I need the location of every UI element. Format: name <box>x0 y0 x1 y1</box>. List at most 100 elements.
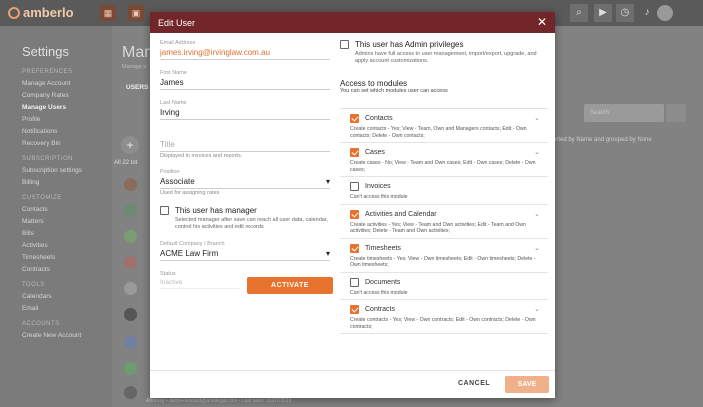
module-checkbox[interactable] <box>350 182 359 191</box>
avatar <box>124 308 137 321</box>
user-avatar[interactable] <box>657 5 673 21</box>
app-logo[interactable]: amberlo <box>8 5 74 20</box>
chevron-down-icon[interactable]: ⌄ <box>534 305 540 313</box>
module-name: Contracts <box>365 306 395 313</box>
close-icon[interactable]: ✕ <box>537 16 547 28</box>
sidebar-item-activities[interactable]: Activities <box>22 240 112 252</box>
logo-text: amberlo <box>23 5 74 20</box>
module-checkbox[interactable] <box>350 243 359 253</box>
sidebar-item-contracts[interactable]: Contracts <box>22 264 112 276</box>
bell-icon[interactable]: ♪ <box>638 4 656 22</box>
company-field[interactable]: Default Company / Branch ACME Law Firm ▾ <box>160 241 330 261</box>
chevron-down-icon[interactable]: ⌄ <box>534 114 540 122</box>
sidebar-item-company-rates[interactable]: Company Rates <box>22 90 112 102</box>
module-header[interactable]: Contacts ⌄ <box>350 114 540 123</box>
module-list[interactable]: Contacts ⌄ Create contacts - Yes; View - T… <box>340 108 548 378</box>
user-details-column: Email Address james.irving@irvinglaw.com… <box>160 40 330 299</box>
search-input[interactable]: Search <box>584 104 664 122</box>
sidebar-section-label: TOOLS <box>22 282 45 288</box>
module-checkbox[interactable] <box>350 209 359 219</box>
module-name: Documents <box>365 278 401 286</box>
admin-checkbox-row[interactable]: This user has Admin privileges Admins ha… <box>340 40 550 65</box>
modules-title: Access to modules <box>340 79 408 88</box>
sidebar-item-bills[interactable]: Bills <box>22 228 112 240</box>
sidebar-section-label: SUBSCRIPTION <box>22 156 74 162</box>
module-name: Activities and Calendar <box>365 210 437 218</box>
manager-label: This user has manager <box>175 206 257 215</box>
sidebar-section-label: ACCOUNTS <box>22 321 60 327</box>
search-icon[interactable]: ⌕ <box>570 4 588 22</box>
sidebar-title: Settings <box>22 44 69 59</box>
chevron-down-icon: ▾ <box>325 177 330 186</box>
sidebar-item-create-new-account[interactable]: Create New Account <box>22 330 112 342</box>
sidebar-item-recovery-bin[interactable]: Recovery Bin <box>22 138 112 150</box>
sidebar-item-contacts[interactable]: Contacts <box>22 204 112 216</box>
sidebar-item-manage-account[interactable]: Manage Account <box>22 78 112 90</box>
sidebar-section-label: CUSTOMIZE <box>22 195 62 201</box>
email-field[interactable]: Email Address james.irving@irvinglaw.com… <box>160 40 330 60</box>
sidebar-item-manage-users[interactable]: Manage Users <box>22 102 112 114</box>
module-permissions: Create contracts - Yes; View - Own contr… <box>350 317 536 330</box>
module-item-contacts: Contacts ⌄ Create contacts - Yes; View - T… <box>340 109 548 143</box>
page-subtitle: Manage u <box>122 64 147 70</box>
chevron-down-icon[interactable]: ⌄ <box>534 244 540 252</box>
user-row-info: Attorney • demo+leonard@amelegal.com • L… <box>146 398 292 404</box>
dashboard-icon[interactable]: ▣ <box>128 5 144 21</box>
sidebar-item-billing[interactable]: Billing <box>22 177 112 189</box>
page-title: Man <box>122 44 154 61</box>
status-value: Inactive <box>160 279 240 289</box>
module-header[interactable]: Timesheets ⌄ <box>350 243 540 253</box>
avatar <box>124 386 137 399</box>
module-header[interactable]: Contracts ⌄ <box>350 305 540 314</box>
module-header[interactable]: Activities and Calendar ⌄ <box>350 209 540 219</box>
sidebar-item-notifications[interactable]: Notifications <box>22 126 112 138</box>
manager-checkbox-row[interactable]: This user has manager Selected manager a… <box>160 206 330 231</box>
position-select[interactable]: Associate ▾ <box>160 177 330 189</box>
module-checkbox[interactable] <box>350 114 359 123</box>
tab-users[interactable]: USERS <box>126 84 148 91</box>
cancel-button[interactable]: CANCEL <box>458 380 490 387</box>
add-user-button[interactable]: + <box>121 136 139 154</box>
first-name-field[interactable]: First Name James <box>160 70 330 90</box>
save-button[interactable]: SAVE <box>505 376 549 393</box>
email-value[interactable]: james.irving@irvinglaw.com.au <box>160 48 330 60</box>
sidebar-item-email[interactable]: Email <box>22 303 112 315</box>
module-header[interactable]: Cases ⌄ <box>350 148 540 157</box>
module-name: Contacts <box>365 115 393 122</box>
title-field[interactable]: Title Displayed in invoices and reports. <box>160 140 330 159</box>
last-name-value[interactable]: Irving <box>160 108 330 120</box>
activate-button[interactable]: ACTIVATE <box>247 277 333 294</box>
sort-label[interactable]: orted by Name and grouped by None <box>553 137 652 143</box>
module-checkbox[interactable] <box>350 277 359 287</box>
search-button[interactable] <box>666 104 686 122</box>
company-select[interactable]: ACME Law Firm ▾ <box>160 249 330 261</box>
sidebar-item-calendars[interactable]: Calendars <box>22 291 112 303</box>
chevron-down-icon[interactable]: ⌄ <box>534 210 540 218</box>
title-input[interactable]: Title <box>160 140 330 152</box>
module-checkbox[interactable] <box>350 148 359 157</box>
timer-icon[interactable]: ◷ <box>616 4 634 22</box>
sidebar-item-timesheets[interactable]: Timesheets <box>22 252 112 264</box>
module-checkbox[interactable] <box>350 305 359 314</box>
position-field[interactable]: Position Associate ▾ Used for assigning … <box>160 169 330 196</box>
admin-checkbox[interactable] <box>340 40 349 49</box>
tasks-icon[interactable]: ▦ <box>100 5 116 21</box>
sidebar-item-profile[interactable]: Profile <box>22 114 112 126</box>
module-permissions: Can't access this module <box>350 194 408 200</box>
play-icon[interactable]: ▶ <box>594 4 612 22</box>
avatar <box>124 178 137 191</box>
chevron-down-icon[interactable]: ⌄ <box>534 148 540 156</box>
module-header[interactable]: Invoices <box>350 182 540 191</box>
module-item-contracts: Contracts ⌄ Create contracts - Yes; View -… <box>340 300 548 334</box>
module-item-activities-and-calendar: Activities and Calendar ⌄ Create activitie… <box>340 204 548 239</box>
sidebar-item-subscription-settings[interactable]: Subscription settings <box>22 165 112 177</box>
manager-checkbox[interactable] <box>160 206 169 215</box>
sidebar-item-matters[interactable]: Matters <box>22 216 112 228</box>
avatar <box>124 256 137 269</box>
module-header[interactable]: Documents <box>350 277 540 287</box>
status-field: Status Inactive <box>160 271 240 289</box>
settings-sidebar: Settings PREFERENCES Manage Account Compan… <box>0 26 112 407</box>
dialog-title: Edit User <box>158 17 196 28</box>
last-name-field[interactable]: Last Name Irving <box>160 100 330 120</box>
first-name-value[interactable]: James <box>160 78 330 90</box>
